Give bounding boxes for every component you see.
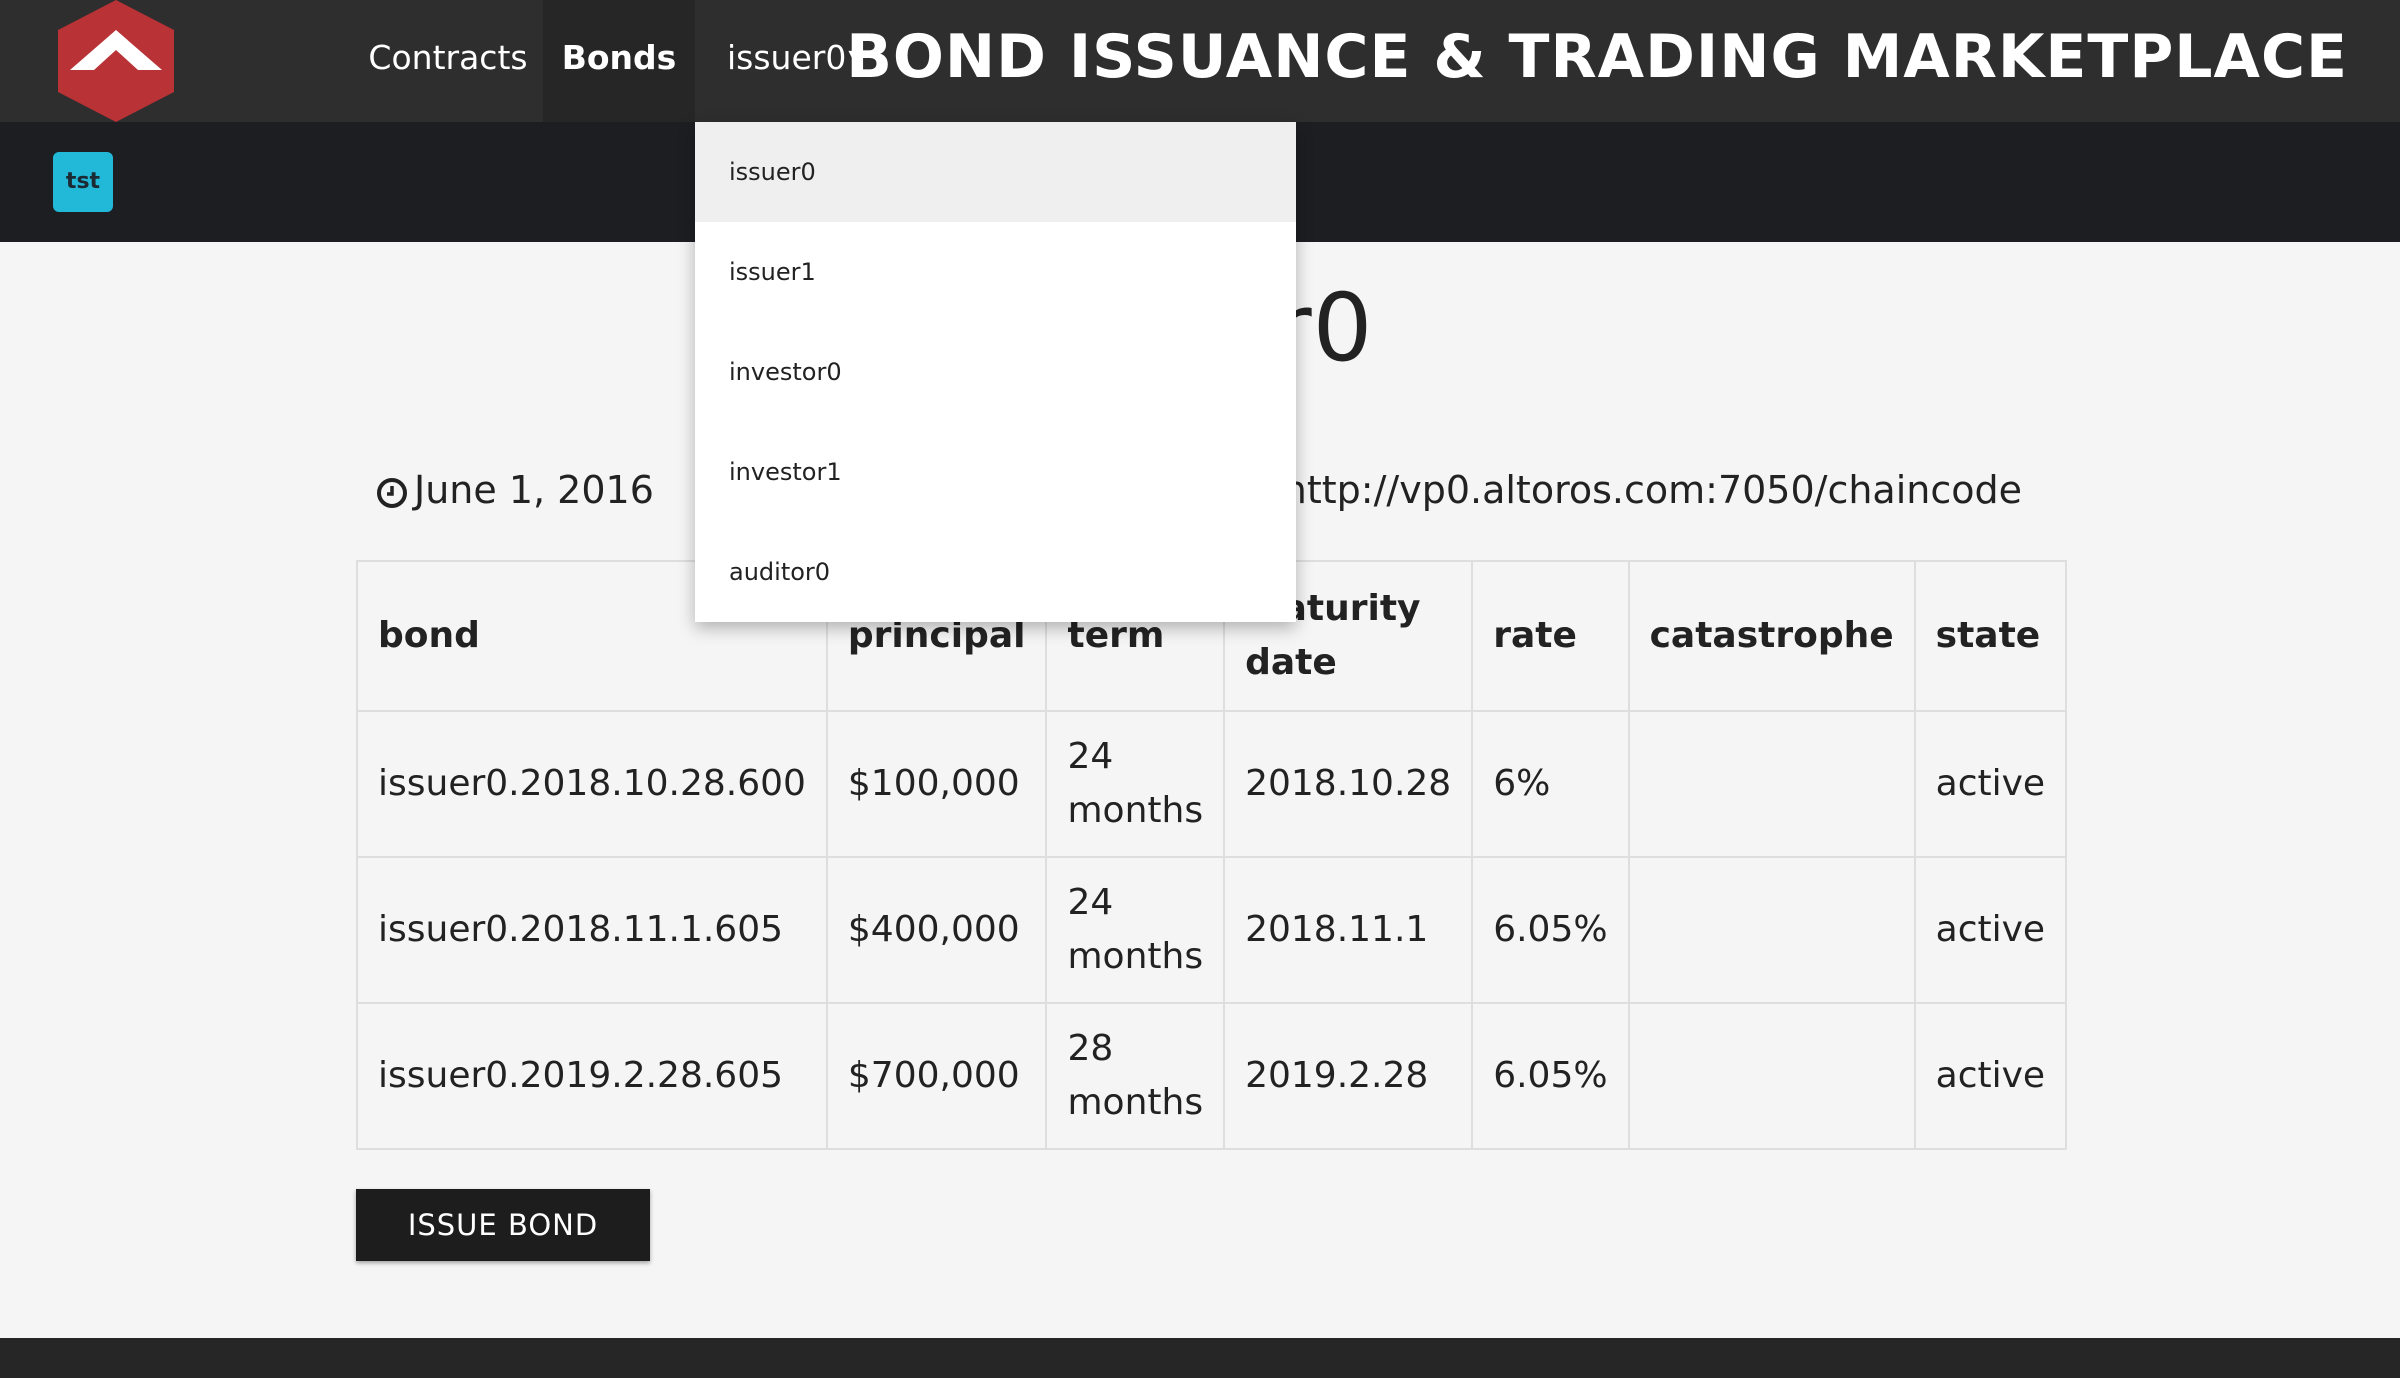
user-dropdown-menu: issuer0 issuer1 investor0 investor1 audi… (695, 122, 1296, 622)
header-rate: rate (1471, 560, 1630, 712)
header-catastrophe: catastrophe (1627, 560, 1916, 712)
clock-icon (377, 477, 407, 508)
cell-catastrophe (1627, 710, 1916, 858)
cell-term: 28 months (1045, 1002, 1226, 1150)
cell-state: active (1913, 1002, 2068, 1150)
cell-maturity: 2018.11.1 (1223, 856, 1474, 1004)
cell-maturity: 2018.10.28 (1223, 710, 1474, 858)
cell-bond: issuer0.2019.2.28.605 (356, 1002, 828, 1150)
endpoint-url: http://vp0.altoros.com:7050/chaincode (1282, 468, 2022, 512)
date-info: June 1, 2016 (376, 468, 654, 512)
table-row[interactable]: issuer0.2018.11.1.605 $400,000 24 months… (356, 856, 2068, 1004)
cell-principal: $100,000 (825, 710, 1048, 858)
table-row[interactable]: issuer0.2019.2.28.605 $700,000 28 months… (356, 1002, 2068, 1150)
cell-term: 24 months (1045, 710, 1226, 858)
cell-principal: $400,000 (825, 856, 1048, 1004)
app-title: BOND ISSUANCE & TRADING MARKETPLACE (846, 22, 2348, 92)
footer (0, 1338, 2400, 1378)
bonds-table: bond principal term maturity date rate c… (356, 560, 2068, 1150)
dropdown-item-auditor0[interactable]: auditor0 (695, 522, 1296, 622)
cell-principal: $700,000 (825, 1002, 1048, 1150)
top-navbar: Contracts Bonds issuer0 ▾ BOND ISSUANCE &… (0, 0, 2400, 122)
table-row[interactable]: issuer0.2018.10.28.600 $100,000 24 month… (356, 710, 2068, 858)
cell-bond: issuer0.2018.11.1.605 (356, 856, 828, 1004)
cell-maturity: 2019.2.28 (1223, 1002, 1474, 1150)
cell-catastrophe (1627, 1002, 1916, 1150)
date-text: June 1, 2016 (414, 468, 654, 512)
issue-bond-button[interactable]: ISSUE BOND (356, 1189, 650, 1261)
cell-rate: 6.05% (1471, 1002, 1630, 1150)
dropdown-item-investor1[interactable]: investor1 (695, 422, 1296, 522)
cell-term: 24 months (1045, 856, 1226, 1004)
env-badge[interactable]: tst (53, 152, 113, 212)
dropdown-item-investor0[interactable]: investor0 (695, 322, 1296, 422)
cell-rate: 6% (1471, 710, 1630, 858)
dropdown-item-issuer1[interactable]: issuer1 (695, 222, 1296, 322)
user-menu-label: issuer0 (727, 38, 847, 77)
dropdown-item-issuer0[interactable]: issuer0 (695, 122, 1296, 222)
nav-contracts[interactable]: Contracts (356, 0, 540, 122)
cell-bond: issuer0.2018.10.28.600 (356, 710, 828, 858)
cell-rate: 6.05% (1471, 856, 1630, 1004)
nav-bonds[interactable]: Bonds (543, 0, 695, 122)
endpoint-info: http://vp0.altoros.com:7050/chaincode (1244, 468, 2022, 512)
cell-state: active (1913, 710, 2068, 858)
logo-icon[interactable] (50, 0, 182, 122)
header-state: state (1913, 560, 2068, 712)
cell-state: active (1913, 856, 2068, 1004)
cell-catastrophe (1627, 856, 1916, 1004)
